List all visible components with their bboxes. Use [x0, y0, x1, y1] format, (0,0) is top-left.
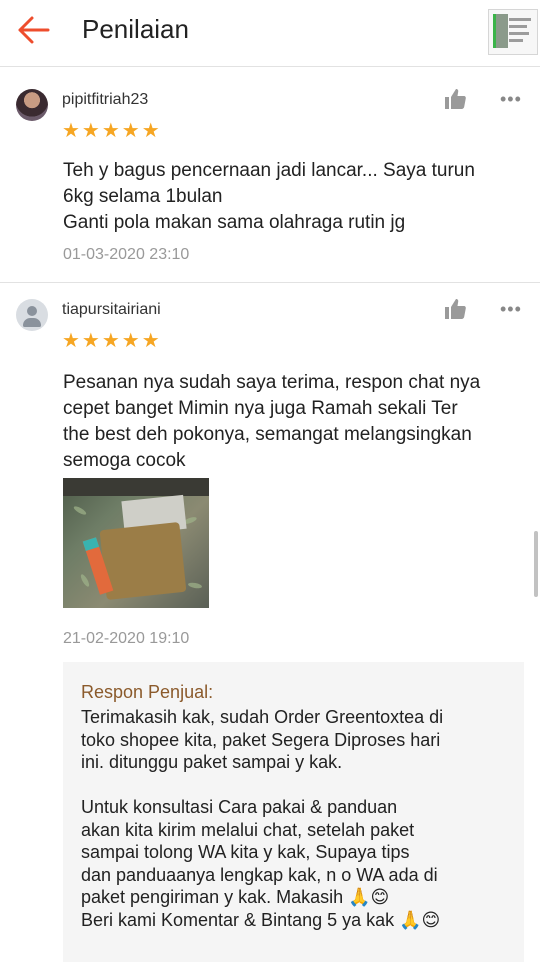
review-item: pipitfitriah23 ••• ★★★★★ Teh y bagus pen…	[0, 76, 540, 283]
thumbs-up-icon[interactable]	[443, 297, 467, 321]
review-item: tiapursitairiani ••• ★★★★★ Pesanan nya s…	[0, 286, 540, 966]
app-header: Penilaian	[0, 0, 540, 67]
review-photo[interactable]	[63, 478, 209, 608]
review-date: 01-03-2020 23:10	[63, 246, 190, 263]
review-username[interactable]: tiapursitairiani	[62, 301, 161, 319]
avatar[interactable]	[16, 299, 48, 331]
review-comment: Pesanan nya sudah saya terima, respon ch…	[63, 372, 481, 471]
thumbs-up-icon[interactable]	[443, 87, 467, 111]
review-comment: Teh y bagus pencernaan jadi lancar... Sa…	[63, 160, 475, 233]
arrow-left-icon[interactable]	[14, 14, 52, 46]
avatar[interactable]	[16, 89, 48, 121]
product-thumbnail[interactable]	[488, 9, 538, 55]
scrollbar[interactable]	[534, 531, 538, 597]
star-rating: ★★★★★	[62, 330, 162, 352]
seller-response: Respon Penjual: Terimakasih kak, sudah O…	[63, 662, 524, 962]
page-title: Penilaian	[82, 14, 189, 44]
review-date: 21-02-2020 19:10	[63, 630, 190, 647]
more-options-icon[interactable]: •••	[500, 87, 526, 111]
more-options-icon[interactable]: •••	[500, 297, 526, 321]
review-username[interactable]: pipitfitriah23	[62, 91, 148, 109]
seller-response-text: Terimakasih kak, sudah Order Greentoxtea…	[81, 707, 444, 930]
star-rating: ★★★★★	[62, 120, 162, 142]
seller-response-label: Respon Penjual:	[81, 682, 214, 702]
